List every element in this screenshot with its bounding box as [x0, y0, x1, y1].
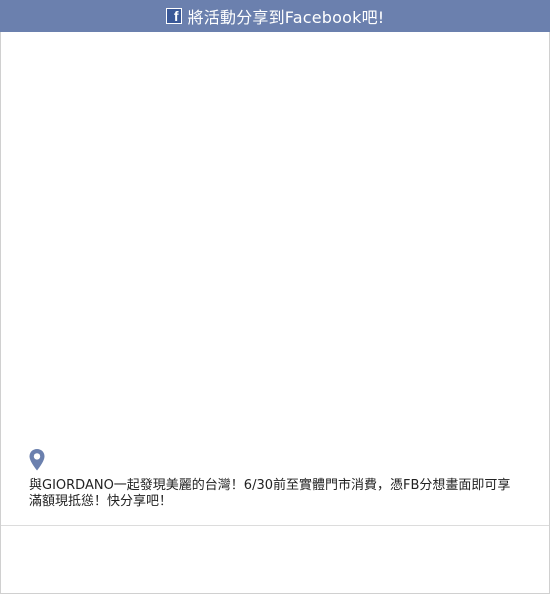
share-preview: 與GIORDANO一起發現美麗的台灣！6/30前至實體門市消費，憑FB分想畫面即… — [1, 32, 549, 526]
comment-input[interactable] — [1, 526, 549, 593]
share-panel: f 將活動分享到Facebook吧! 與GIORDANO一起發現美麗的台灣！6/… — [0, 0, 550, 594]
facebook-icon: f — [165, 8, 182, 24]
share-description: 與GIORDANO一起發現美麗的台灣！6/30前至實體門市消費，憑FB分想畫面即… — [29, 478, 511, 509]
share-header: f 將活動分享到Facebook吧! — [0, 0, 550, 32]
map-pin-icon — [29, 449, 45, 471]
share-content: 與GIORDANO一起發現美麗的台灣！6/30前至實體門市消費，憑FB分想畫面即… — [0, 32, 550, 594]
share-title: 將活動分享到Facebook吧! — [187, 8, 385, 27]
